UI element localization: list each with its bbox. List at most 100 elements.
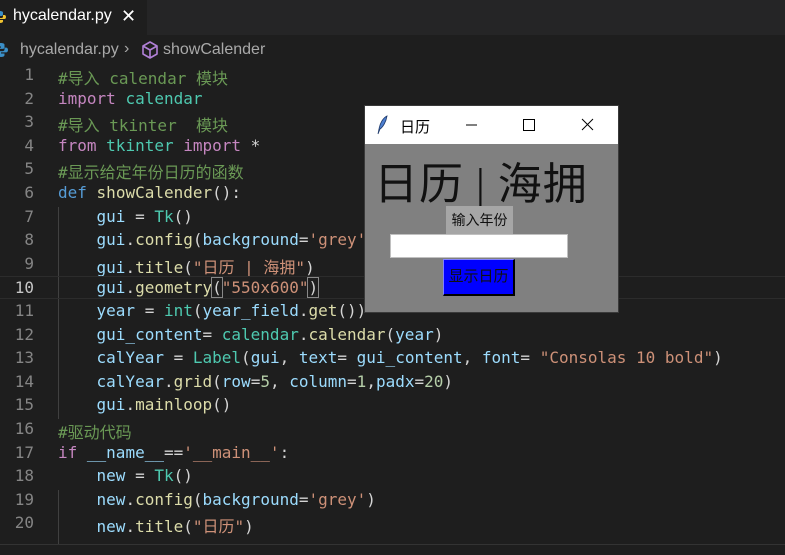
tab-hycalendar[interactable]: hycalendar.py ✕ — [0, 0, 147, 35]
code-line[interactable]: 16 #驱动代码 — [0, 418, 785, 443]
code-token: gui_content — [356, 348, 463, 368]
code-token: gui — [96, 206, 126, 226]
code-line[interactable]: 17 if __name__=='__main__': — [0, 442, 785, 465]
code-token: ) — [366, 489, 376, 509]
show-calendar-button[interactable]: 显示日历 — [443, 259, 515, 296]
code-token: , — [366, 371, 376, 391]
code-token: year — [395, 324, 434, 344]
maximize-button[interactable] — [506, 106, 552, 144]
code-token: == — [163, 442, 184, 462]
code-token: = — [125, 466, 155, 486]
code-line[interactable]: 15 gui.mainloop() — [0, 394, 785, 417]
breadcrumb-symbol[interactable]: showCalender — [163, 41, 265, 59]
code-token: mainloop — [135, 395, 213, 415]
code-token: #驱动代码 — [58, 423, 132, 442]
code-token: , — [279, 348, 299, 368]
code-token: ( — [183, 257, 193, 277]
code-token: , — [269, 371, 290, 391]
python-file-icon — [0, 11, 6, 23]
line-number: 15 — [14, 395, 34, 415]
code-token: ) — [307, 277, 320, 299]
code-line[interactable]: 19 new.config(background='grey') — [0, 489, 785, 512]
code-token: import — [58, 88, 116, 108]
tk-titlebar[interactable]: 日历 — [365, 106, 618, 144]
minimize-icon — [466, 124, 477, 126]
code-line[interactable]: 12 gui_content= calendar.calendar(year) — [0, 324, 785, 347]
window-close-button[interactable] — [564, 106, 610, 144]
tk-feather-icon — [377, 115, 388, 135]
line-number: 13 — [14, 348, 34, 368]
code-token: gui_content — [96, 324, 203, 344]
line-number: 18 — [14, 466, 34, 486]
line-number: 10 — [14, 278, 34, 298]
code-text: #驱动代码 — [58, 419, 132, 443]
code-token: 'grey' — [308, 489, 367, 509]
code-token: new — [96, 466, 126, 486]
breadcrumb-file[interactable]: hycalendar.py — [20, 41, 119, 59]
code-text: gui.config(background='grey') — [58, 230, 376, 249]
code-token: = — [414, 371, 425, 391]
code-token: calendar — [125, 88, 203, 108]
code-token: 5 — [260, 371, 270, 391]
code-token: = — [250, 371, 261, 391]
code-token: . — [125, 278, 136, 298]
code-token: ( — [192, 230, 203, 250]
code-token: 20 — [424, 371, 444, 391]
code-token: if — [58, 442, 78, 462]
code-line[interactable]: 13 calYear = Label(gui, text= gui_conten… — [0, 347, 785, 370]
horizontal-scrollbar[interactable] — [0, 544, 785, 555]
line-number: 5 — [24, 159, 34, 179]
code-token: ( — [211, 277, 223, 299]
code-line[interactable]: 14 calYear.grid(row=5, column=1,padx=20) — [0, 371, 785, 394]
code-token: new — [96, 517, 126, 537]
code-token: = — [163, 348, 193, 368]
code-token: . — [125, 489, 136, 509]
code-text: new.config(background='grey') — [58, 490, 376, 509]
line-number: 3 — [24, 112, 34, 132]
code-token: title — [135, 257, 184, 277]
code-token: 1 — [356, 371, 367, 391]
code-token: Tk — [154, 466, 174, 486]
code-token: new — [96, 489, 126, 509]
code-line[interactable]: 1 #导入 calendar 模块 — [0, 64, 785, 88]
year-input[interactable] — [390, 234, 568, 258]
line-number: 14 — [14, 371, 34, 391]
code-line[interactable]: 20 new.title("日历") — [0, 512, 785, 537]
line-number: 4 — [24, 135, 34, 155]
breadcrumb: hycalendar.py › showCalender — [0, 38, 785, 64]
code-token: ( — [192, 301, 203, 320]
code-token: . — [125, 230, 136, 250]
close-icon[interactable]: ✕ — [121, 6, 136, 27]
code-text: gui_content= calendar.calendar(year) — [58, 324, 444, 344]
code-token: * — [241, 135, 261, 155]
code-text: calYear = Label(gui, text= gui_content, … — [58, 348, 723, 367]
code-token: gui — [96, 395, 126, 415]
code-line[interactable]: 18 new = Tk() — [0, 465, 785, 488]
code-token: background — [202, 489, 299, 509]
line-number: 2 — [24, 88, 34, 108]
python-file-icon — [0, 43, 8, 57]
line-number: 17 — [14, 442, 34, 462]
code-text: calYear.grid(row=5, column=1,padx=20) — [58, 371, 454, 391]
code-token: showCalender — [96, 183, 213, 202]
code-token: ) — [443, 371, 454, 391]
minimize-button[interactable] — [448, 106, 494, 144]
line-number: 19 — [14, 489, 34, 509]
code-token: = — [135, 301, 164, 320]
maximize-icon — [523, 119, 535, 131]
code-token: tkinter — [106, 135, 174, 155]
code-text: year = int(year_field.get()) — [58, 301, 367, 320]
code-token: "550x600" — [221, 278, 309, 298]
line-number: 16 — [14, 419, 34, 438]
code-token: = — [520, 348, 540, 368]
code-token: : — [279, 442, 290, 462]
code-token: row — [221, 371, 251, 391]
